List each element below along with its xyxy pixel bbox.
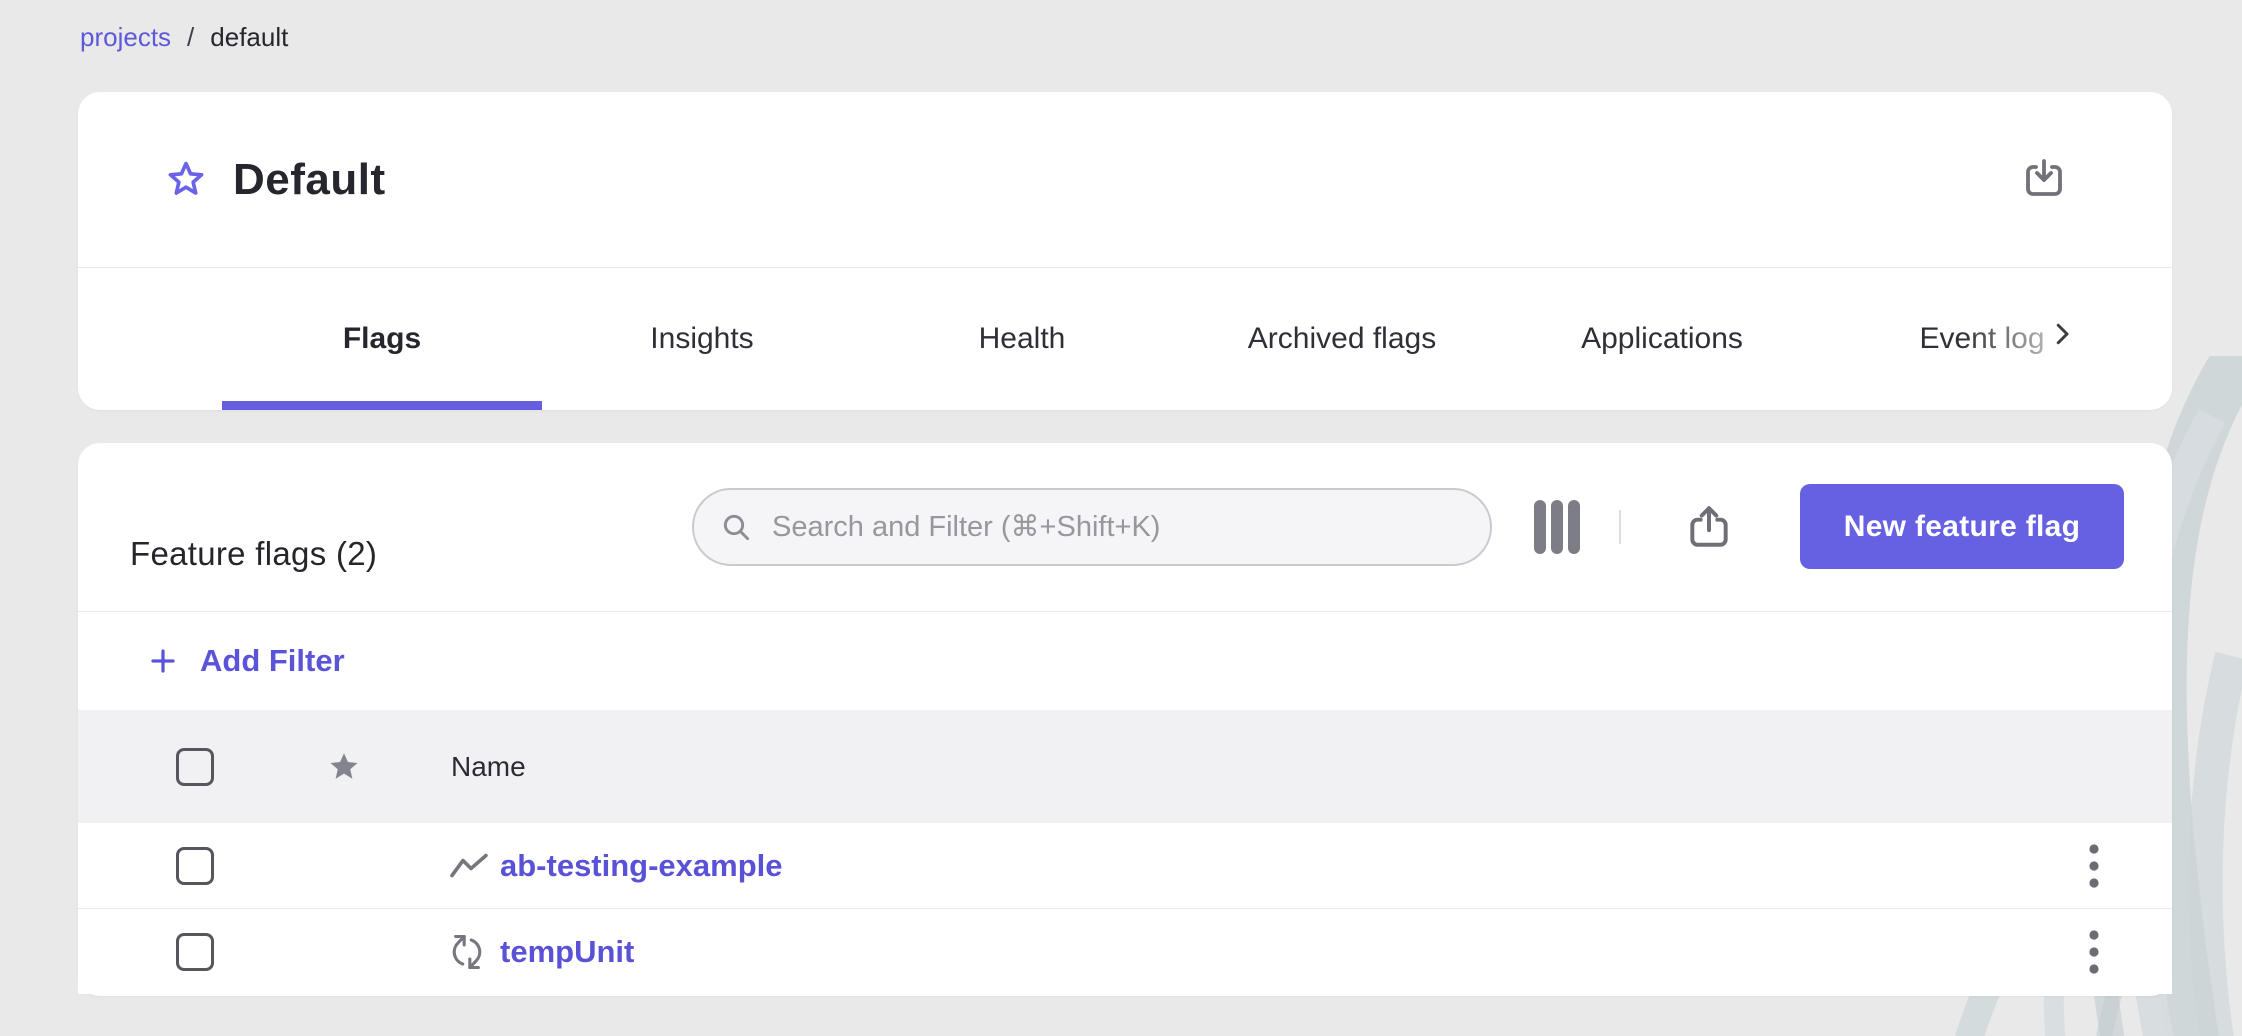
search-input[interactable] (770, 510, 1464, 545)
trend-line-icon (450, 852, 488, 879)
plus-icon (148, 646, 178, 676)
new-feature-flag-button[interactable]: New feature flag (1800, 484, 2124, 569)
breadcrumb-projects-link[interactable]: projects (80, 22, 171, 53)
add-filter-button[interactable]: Add Filter (148, 643, 345, 679)
tab-insights-label: Insights (650, 322, 753, 356)
download-icon[interactable] (2020, 156, 2068, 204)
table-header-row: Name (78, 710, 2172, 823)
tab-archived-flags-label: Archived flags (1248, 322, 1436, 356)
filter-row: Add Filter (78, 612, 2172, 710)
share-icon[interactable] (1684, 502, 1734, 552)
tab-health-label: Health (979, 322, 1066, 356)
active-tab-indicator (222, 401, 542, 410)
flag-name-link[interactable]: tempUnit (500, 934, 634, 970)
add-filter-label: Add Filter (200, 643, 345, 679)
tab-flags[interactable]: Flags (222, 268, 542, 410)
tab-applications[interactable]: Applications (1502, 268, 1822, 410)
search-and-filter-box[interactable] (692, 488, 1492, 566)
row-checkbox[interactable] (176, 933, 214, 971)
flags-count-heading: Feature flags (2) (130, 535, 377, 573)
table-row: ab-testing-example (78, 823, 2172, 908)
project-card: Default Flags Insights Health Archived f… (78, 92, 2172, 410)
tab-health[interactable]: Health (862, 268, 1182, 410)
tab-insights[interactable]: Insights (542, 268, 862, 410)
table-row: tempUnit (78, 909, 2172, 994)
project-card-header: Default (78, 92, 2172, 267)
kebab-menu-icon[interactable] (2074, 924, 2114, 980)
flags-toolbar: Feature flags (2) New feature flag (78, 443, 2172, 611)
select-all-checkbox[interactable] (176, 748, 214, 786)
columns-icon[interactable] (1534, 500, 1580, 554)
kebab-menu-icon[interactable] (2074, 838, 2114, 894)
row-checkbox[interactable] (176, 847, 214, 885)
chevron-right-icon[interactable] (2040, 312, 2084, 356)
sync-icon (450, 935, 484, 969)
search-icon (720, 511, 752, 543)
tab-applications-label: Applications (1581, 322, 1743, 356)
star-outline-icon[interactable] (163, 157, 209, 203)
tab-flags-label: Flags (343, 322, 421, 356)
feature-flags-card: Feature flags (2) New feature flag (78, 443, 2172, 996)
flag-name-link[interactable]: ab-testing-example (500, 848, 783, 884)
project-tabs: Flags Insights Health Archived flags App… (78, 268, 2172, 410)
toolbar-divider (1619, 510, 1621, 544)
name-column-header: Name (451, 751, 526, 783)
page-title: Default (233, 155, 386, 205)
breadcrumb: projects / default (80, 22, 288, 53)
breadcrumb-separator: / (187, 22, 194, 53)
tab-archived-flags[interactable]: Archived flags (1182, 268, 1502, 410)
star-filled-icon (326, 749, 362, 785)
breadcrumb-current-page: default (210, 22, 288, 53)
